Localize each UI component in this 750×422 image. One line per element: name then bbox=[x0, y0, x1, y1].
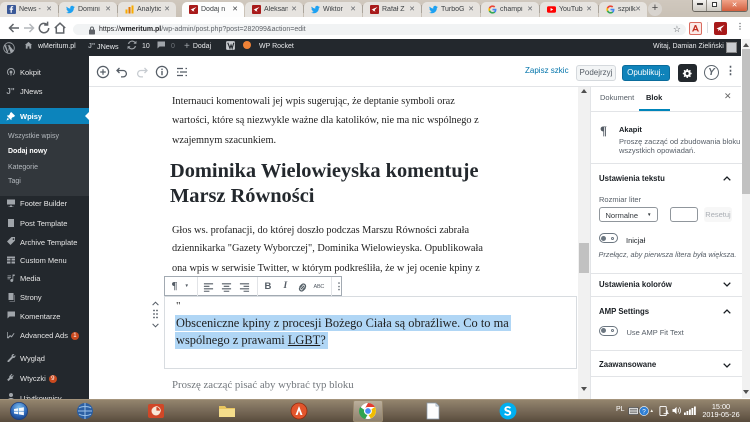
svg-text:?: ? bbox=[642, 408, 646, 415]
